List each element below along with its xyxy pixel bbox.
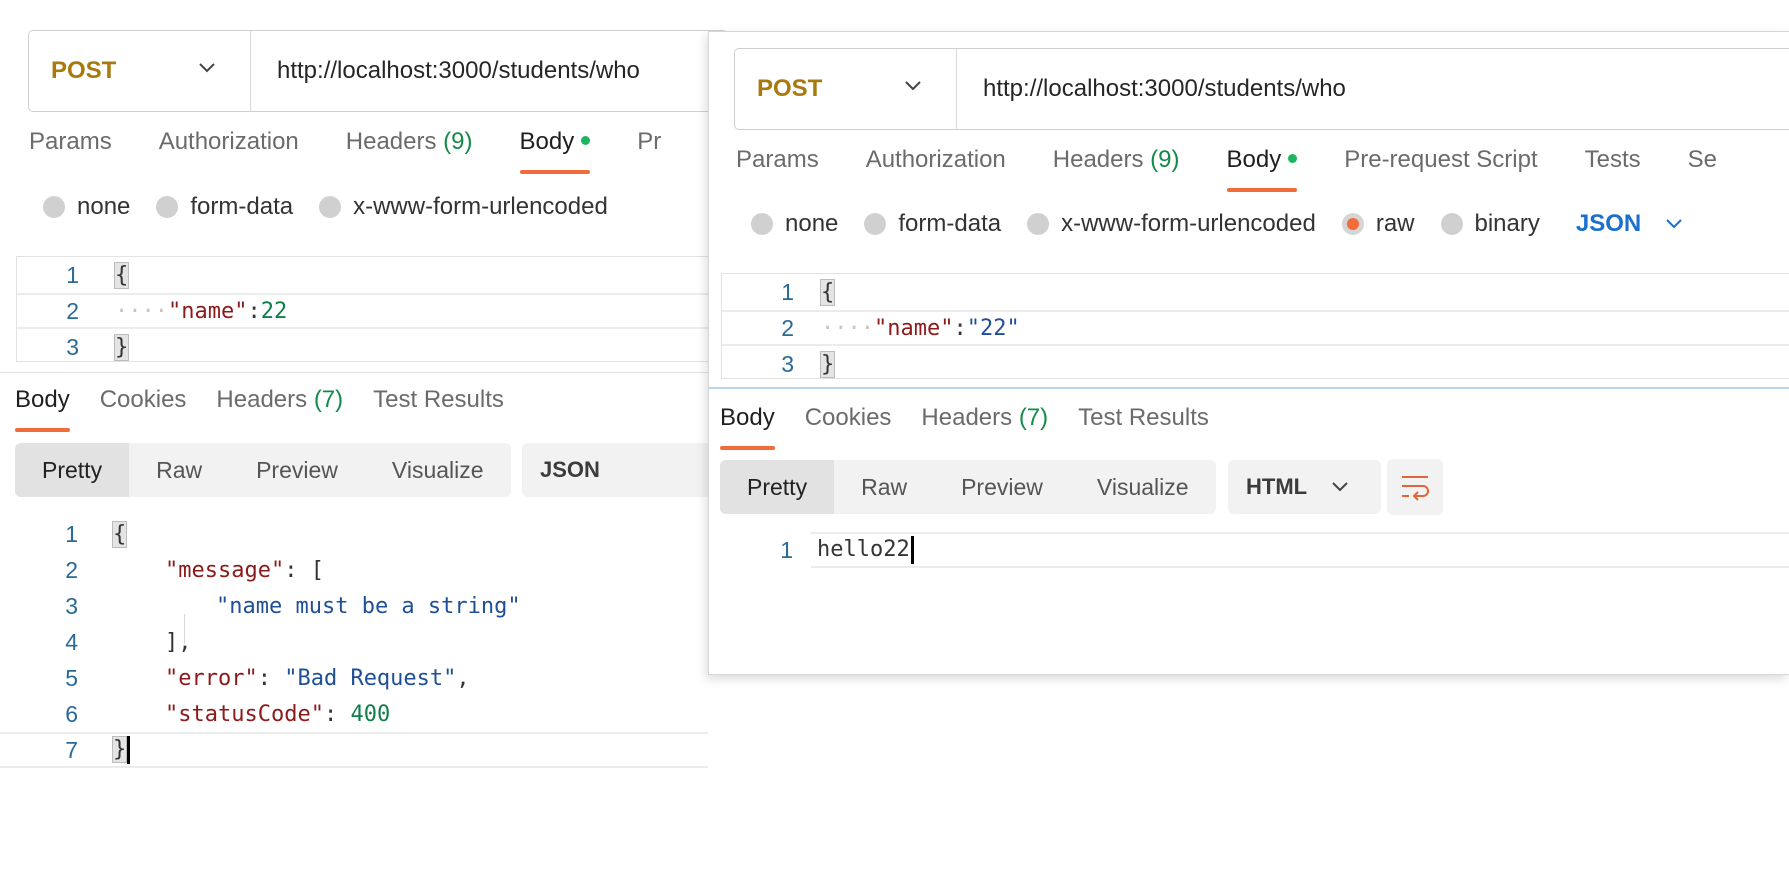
code-line: 5 "error": "Bad Request",: [65, 664, 470, 691]
code-line: 2 "message": [: [65, 556, 324, 583]
code-line: 1 {: [781, 278, 836, 306]
code-line: 2 ····"name":22: [17, 293, 716, 329]
request-tabs: Params Authorization Headers (9) Body Pr…: [736, 146, 1764, 192]
indent-guide: [184, 614, 185, 644]
body-type-form-data[interactable]: form-data: [156, 193, 293, 221]
view-pretty[interactable]: Pretty: [720, 460, 835, 514]
tab-headers[interactable]: Headers (9): [1053, 146, 1180, 192]
text-cursor: [127, 736, 131, 764]
wrap-lines-button[interactable]: [1387, 459, 1443, 515]
url-input[interactable]: http://localhost:3000/students/who: [251, 57, 640, 85]
request-url-bar: POST http://localhost:3000/students/who: [28, 30, 728, 112]
code-line: 1 hello22: [780, 532, 1789, 568]
view-pretty[interactable]: Pretty: [15, 443, 130, 497]
tab-settings[interactable]: Se: [1688, 146, 1717, 192]
method-select[interactable]: POST: [29, 31, 251, 111]
chevron-down-icon: [905, 81, 921, 91]
code-line: 1 {: [65, 520, 128, 548]
code-line: 3 }: [66, 333, 130, 361]
view-raw[interactable]: Raw: [834, 460, 934, 514]
response-body-viewer[interactable]: 1 hello22: [709, 532, 1789, 568]
response-tab-headers[interactable]: Headers (7): [216, 386, 343, 432]
view-visualize[interactable]: Visualize: [365, 443, 511, 497]
view-raw[interactable]: Raw: [129, 443, 229, 497]
view-visualize[interactable]: Visualize: [1070, 460, 1216, 514]
body-type-binary[interactable]: binary: [1440, 210, 1540, 238]
code-line: 2 ····"name":"22": [722, 310, 1789, 346]
tab-authorization[interactable]: Authorization: [866, 146, 1006, 192]
response-body-viewer[interactable]: 1 { 2 "message": [ 3 "name must be a str…: [0, 516, 708, 768]
request-panel-front: POST http://localhost:3000/students/who …: [708, 31, 1789, 675]
code-line: 3 }: [781, 350, 836, 378]
chevron-down-icon: [1666, 219, 1682, 229]
response-format-select[interactable]: JSON: [522, 443, 712, 497]
tab-headers[interactable]: Headers (9): [346, 128, 473, 174]
wrap-lines-icon: [1402, 476, 1429, 501]
response-format-select[interactable]: HTML: [1228, 460, 1381, 514]
body-active-dot: [581, 136, 591, 145]
chevron-down-icon: [199, 63, 215, 73]
request-tabs: Params Authorization Headers (9) Body Pr: [29, 128, 708, 174]
body-type-none[interactable]: none: [751, 210, 838, 238]
view-mode-switcher: Pretty Raw Preview Visualize: [15, 443, 511, 497]
response-tabs: Body Cookies Headers (7) Test Results: [720, 404, 1256, 450]
response-tab-test-results[interactable]: Test Results: [1078, 404, 1209, 450]
radio-icon: [751, 213, 773, 235]
chevron-down-icon: [1332, 482, 1348, 492]
url-input[interactable]: http://localhost:3000/students/who: [957, 75, 1346, 103]
tab-tests[interactable]: Tests: [1585, 146, 1641, 192]
radio-icon: [1027, 213, 1050, 235]
code-line: 3 "name must be a string": [65, 592, 521, 619]
body-type-options: none form-data x-www-form-urlencoded: [43, 193, 634, 221]
body-type-urlencoded[interactable]: x-www-form-urlencoded: [1027, 210, 1316, 238]
response-tab-test-results[interactable]: Test Results: [373, 386, 504, 432]
section-divider[interactable]: [709, 387, 1789, 389]
headers-count: (9): [1150, 146, 1180, 173]
response-tab-headers[interactable]: Headers (7): [921, 404, 1048, 450]
radio-icon: [43, 196, 65, 218]
radio-icon: [1440, 213, 1463, 235]
method-label: POST: [757, 75, 823, 102]
tab-pre-request-script[interactable]: Pr: [637, 128, 661, 174]
view-preview[interactable]: Preview: [229, 443, 365, 497]
method-label: POST: [51, 57, 117, 84]
radio-icon: [864, 213, 887, 235]
text-cursor: [910, 536, 914, 564]
body-type-none[interactable]: none: [43, 193, 130, 221]
code-line: 4 ],: [65, 628, 192, 655]
tab-body[interactable]: Body: [1226, 146, 1298, 192]
radio-icon: [156, 196, 179, 218]
headers-count: (9): [443, 128, 473, 155]
request-body-editor[interactable]: 1 { 2 ····"name":22 3 }: [16, 256, 716, 362]
radio-checked-icon: [1341, 213, 1364, 235]
tab-params[interactable]: Params: [29, 128, 112, 174]
code-line: 1 {: [66, 261, 130, 289]
body-type-raw[interactable]: raw: [1341, 210, 1415, 238]
view-preview[interactable]: Preview: [934, 460, 1070, 514]
body-active-dot: [1288, 154, 1298, 163]
response-tab-body[interactable]: Body: [15, 386, 70, 432]
response-tabs: Body Cookies Headers (7) Test Results: [15, 386, 551, 432]
code-line: 6 "statusCode": 400: [65, 700, 391, 727]
tab-authorization[interactable]: Authorization: [159, 128, 299, 174]
tab-params[interactable]: Params: [736, 146, 819, 192]
body-language-select[interactable]: JSON: [1576, 210, 1683, 238]
request-url-bar: POST http://localhost:3000/students/who: [734, 48, 1789, 130]
body-type-urlencoded[interactable]: x-www-form-urlencoded: [319, 193, 608, 221]
response-tab-body[interactable]: Body: [720, 404, 775, 450]
tab-pre-request-script[interactable]: Pre-request Script: [1344, 146, 1537, 192]
view-mode-switcher: Pretty Raw Preview Visualize: [720, 460, 1216, 514]
section-divider: [0, 372, 708, 373]
response-tab-cookies[interactable]: Cookies: [100, 386, 187, 432]
method-select[interactable]: POST: [735, 49, 957, 129]
response-tab-cookies[interactable]: Cookies: [805, 404, 892, 450]
radio-icon: [319, 196, 342, 218]
code-line: 7 }: [0, 732, 708, 768]
tab-body[interactable]: Body: [519, 128, 591, 174]
body-type-form-data[interactable]: form-data: [864, 210, 1001, 238]
body-type-options: none form-data x-www-form-urlencoded raw…: [751, 210, 1683, 238]
request-body-editor[interactable]: 1 { 2 ····"name":"22" 3 }: [721, 273, 1789, 379]
